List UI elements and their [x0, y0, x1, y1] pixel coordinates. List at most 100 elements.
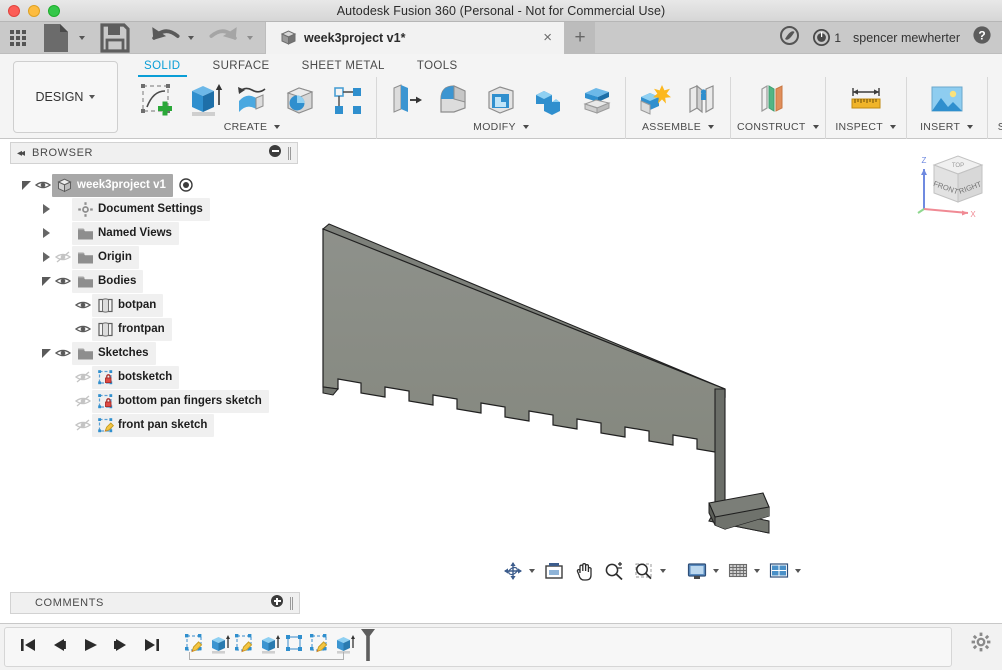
- press-pull-button[interactable]: [383, 79, 427, 123]
- visibility-toggle[interactable]: [74, 298, 92, 312]
- view-cube[interactable]: Z X FRONT RIGHT TOP: [910, 143, 992, 221]
- ribbon-tab-surface[interactable]: SURFACE: [197, 56, 286, 77]
- redo-button[interactable]: [200, 23, 257, 53]
- comments-panel[interactable]: COMMENTS: [10, 592, 300, 614]
- go-to-end-button[interactable]: [143, 637, 161, 658]
- visibility-toggle[interactable]: [54, 250, 72, 264]
- browser-tree-item[interactable]: botsketch: [0, 365, 300, 389]
- browser-tree-item[interactable]: front pan sketch: [0, 413, 300, 437]
- browser-tree-item[interactable]: Named Views: [0, 221, 300, 245]
- expander-open-icon[interactable]: [38, 348, 54, 358]
- fillet-button[interactable]: [431, 79, 475, 123]
- visibility-toggle[interactable]: [54, 346, 72, 360]
- document-tab[interactable]: week3project v1* ×: [265, 21, 565, 54]
- step-back-button[interactable]: [50, 637, 68, 658]
- browser-item-label-chip[interactable]: front pan sketch: [92, 413, 215, 437]
- add-comment-button[interactable]: [271, 594, 283, 612]
- app-grid-button[interactable]: [6, 23, 30, 53]
- sweep-button[interactable]: [278, 79, 322, 123]
- ribbon-tab-sheet-metal[interactable]: SHEET METAL: [286, 56, 401, 77]
- browser-item-label-chip[interactable]: Bodies: [72, 269, 144, 293]
- ribbon-tab-solid[interactable]: SOLID: [128, 56, 197, 77]
- go-to-beginning-button[interactable]: [19, 637, 37, 658]
- visibility-toggle[interactable]: [74, 418, 92, 432]
- browser-tree-item[interactable]: bottom pan fingers sketch: [0, 389, 300, 413]
- workspace-switcher-button[interactable]: DESIGN: [13, 61, 118, 133]
- minimize-browser-button[interactable]: [269, 144, 281, 162]
- browser-tree-item[interactable]: frontpan: [0, 317, 300, 341]
- ribbon-panel-create-label[interactable]: CREATE: [134, 119, 370, 135]
- close-tab-button[interactable]: ×: [543, 30, 552, 45]
- account-name[interactable]: spencer mewherter: [853, 31, 960, 45]
- browser-item-label-chip[interactable]: frontpan: [92, 317, 172, 341]
- collapse-browser-icon[interactable]: ◂◂: [17, 148, 25, 159]
- pan-button[interactable]: [570, 560, 598, 582]
- browser-item-label-chip[interactable]: bottom pan fingers sketch: [92, 389, 269, 413]
- revolve-button[interactable]: [230, 79, 274, 123]
- create-sketch-button[interactable]: [134, 79, 178, 123]
- browser-item-label-chip[interactable]: Named Views: [72, 221, 179, 245]
- browser-tree-item[interactable]: Sketches: [0, 341, 300, 365]
- grid-snap-button[interactable]: [724, 560, 763, 582]
- help-button[interactable]: ?: [972, 25, 992, 50]
- panel-grip[interactable]: [290, 596, 293, 610]
- shell-button[interactable]: [479, 79, 523, 123]
- activate-component-radio[interactable]: [179, 178, 193, 192]
- visibility-toggle[interactable]: [74, 370, 92, 384]
- visibility-toggle[interactable]: [74, 322, 92, 336]
- visibility-toggle[interactable]: [74, 394, 92, 408]
- new-component-button[interactable]: [632, 79, 676, 123]
- orbit-button[interactable]: [499, 560, 538, 582]
- extensions-button[interactable]: [779, 25, 800, 51]
- browser-tree-item[interactable]: Bodies: [0, 269, 300, 293]
- file-menu-button[interactable]: [32, 23, 89, 53]
- insert-image-button[interactable]: [925, 79, 969, 123]
- ribbon-panel-select-label[interactable]: SELECT: [994, 119, 1002, 135]
- browser-item-label-chip[interactable]: botsketch: [92, 365, 180, 389]
- save-button[interactable]: [91, 22, 139, 53]
- expander-closed-icon[interactable]: [38, 204, 54, 214]
- zoom-window-button[interactable]: [630, 560, 669, 582]
- panel-grip[interactable]: [288, 146, 291, 160]
- ribbon-panel-inspect-label[interactable]: INSPECT: [832, 119, 900, 135]
- browser-tree-item[interactable]: Origin: [0, 245, 300, 269]
- pattern-button[interactable]: [326, 79, 370, 123]
- undo-button[interactable]: [141, 23, 198, 53]
- split-face-button[interactable]: [575, 79, 619, 123]
- ribbon-panel-construct-label[interactable]: CONSTRUCT: [737, 119, 819, 135]
- new-tab-button[interactable]: +: [565, 21, 595, 54]
- browser-item-label-chip[interactable]: Document Settings: [72, 197, 210, 221]
- browser-item-label-chip[interactable]: Sketches: [72, 341, 156, 365]
- ribbon-panel-insert-label[interactable]: INSERT: [913, 119, 981, 135]
- timeline-playhead[interactable]: [360, 628, 376, 667]
- expander-closed-icon[interactable]: [38, 252, 54, 262]
- play-button[interactable]: [81, 637, 99, 658]
- browser-item-label-chip[interactable]: Origin: [72, 245, 139, 269]
- browser-item-label-chip[interactable]: week3project v1: [52, 173, 173, 197]
- browser-tree-item[interactable]: week3project v1: [0, 173, 300, 197]
- display-settings-button[interactable]: [683, 560, 722, 582]
- zoom-button[interactable]: [600, 560, 628, 582]
- look-at-button[interactable]: [540, 560, 568, 582]
- offset-plane-button[interactable]: [751, 79, 795, 123]
- browser-tree-item[interactable]: Document Settings: [0, 197, 300, 221]
- visibility-toggle[interactable]: [34, 178, 52, 192]
- browser-tree-item[interactable]: botpan: [0, 293, 300, 317]
- combine-button[interactable]: [527, 79, 571, 123]
- measure-button[interactable]: [844, 79, 888, 123]
- ribbon-panel-assemble-label[interactable]: ASSEMBLE: [632, 119, 724, 135]
- joint-button[interactable]: [680, 79, 724, 123]
- expander-open-icon[interactable]: [38, 276, 54, 286]
- step-forward-button[interactable]: [112, 637, 130, 658]
- expander-closed-icon[interactable]: [38, 228, 54, 238]
- expander-open-icon[interactable]: [18, 180, 34, 190]
- job-status-button[interactable]: 1: [812, 28, 841, 47]
- viewport[interactable]: Z X FRONT RIGHT TOP: [301, 139, 1002, 588]
- ribbon-tab-tools[interactable]: TOOLS: [401, 56, 474, 77]
- model-3d[interactable]: [301, 139, 1002, 588]
- visibility-toggle[interactable]: [54, 274, 72, 288]
- browser-item-label-chip[interactable]: botpan: [92, 293, 164, 317]
- timeline-settings-button[interactable]: [970, 631, 992, 658]
- extrude-button[interactable]: [182, 79, 226, 123]
- viewports-button[interactable]: [765, 560, 804, 582]
